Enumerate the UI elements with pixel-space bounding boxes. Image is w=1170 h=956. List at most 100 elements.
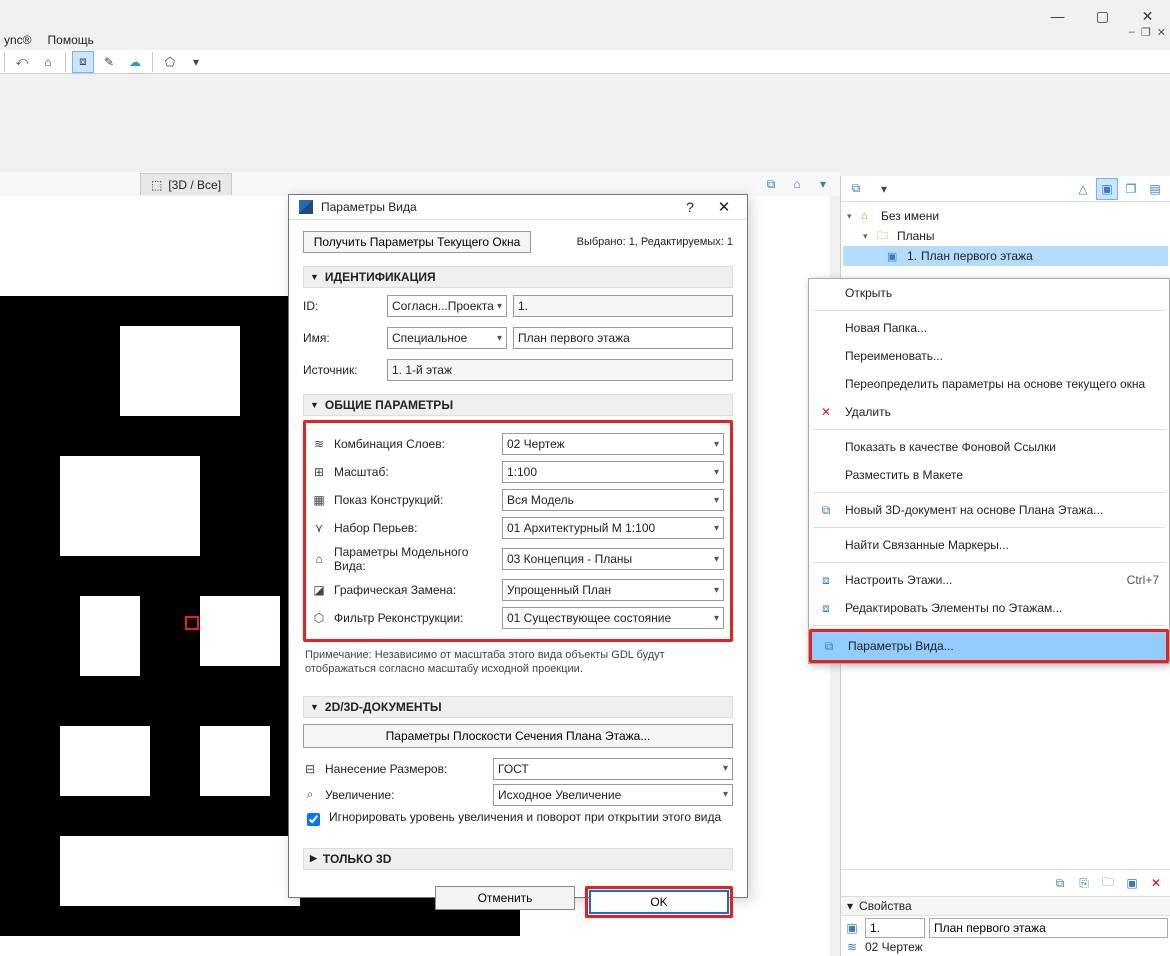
toolbar-trace-button[interactable]: ⧈ <box>72 51 94 73</box>
cube-icon: ⬚ <box>151 178 162 192</box>
tree-view-floor1[interactable]: ▣ 1. План первого этажа <box>843 246 1168 266</box>
tab-extra-a[interactable]: ⧉ <box>760 173 782 195</box>
model-view-options-select[interactable]: 03 Концепция - Планы <box>502 548 724 570</box>
nav-btn-newview[interactable]: ⧉ <box>1049 873 1071 893</box>
view-icon: ▣ <box>843 921 861 935</box>
ctx-story-settings[interactable]: ⧈Настроить Этажи...Ctrl+7 <box>809 566 1169 594</box>
view-tab-label: [3D / Все] <box>168 178 221 192</box>
nav-btn-clone[interactable]: ⎘ <box>1073 873 1095 893</box>
tree-root[interactable]: ▾ ⌂ Без имени <box>843 206 1168 226</box>
id-field[interactable]: 1. <box>513 295 733 317</box>
expander-icon[interactable]: ▾ <box>863 231 873 242</box>
renovation-filter-select[interactable]: 01 Существующее состояние <box>502 607 724 629</box>
toolbar-btn-d[interactable]: ✎ <box>98 51 120 73</box>
ctx-redefine[interactable]: Переопределить параметры на основе текущ… <box>809 370 1169 398</box>
prop-layer-label: 02 Чертеж <box>865 940 923 954</box>
dimension-standard-select[interactable]: ГОСТ <box>493 758 733 780</box>
ctx-edit-by-story[interactable]: ⧈Редактировать Элементы по Этажам... <box>809 594 1169 622</box>
window-maximize-button[interactable]: ▢ <box>1080 3 1125 29</box>
nav-mode-viewmap[interactable]: ▣ <box>1096 178 1118 200</box>
ctx-separator <box>813 527 1165 528</box>
section-2d3d[interactable]: ▼ 2D/3D-ДОКУМЕНТЫ <box>303 696 733 718</box>
penset-select[interactable]: 01 Архитектурный М 1:100 <box>502 517 724 539</box>
floor-plan-cut-plane-settings-button[interactable]: Параметры Плоскости Сечения Плана Этажа.… <box>303 724 733 748</box>
toolbar-btn-f[interactable]: ⬠ <box>159 51 181 73</box>
stories-icon: ⧈ <box>817 573 835 588</box>
zoom-label: Увеличение: <box>325 788 485 802</box>
nav-mode-project[interactable]: △ <box>1072 178 1094 200</box>
dialog-close-button[interactable]: ✕ <box>707 195 741 219</box>
section-general[interactable]: ▼ ОБЩИЕ ПАРАМЕТРЫ <box>303 394 733 416</box>
ok-button[interactable]: OK <box>589 890 729 914</box>
navigator-tree: ▾ ⌂ Без имени ▾ 🗀 Планы ▣ 1. План первог… <box>841 202 1170 270</box>
param-row-mvo: ⌂ Параметры Модельного Вида: 03 Концепци… <box>312 545 724 573</box>
id-mode-select[interactable]: Согласн...Проекта <box>387 295 507 317</box>
nav-btn-delete[interactable]: ✕ <box>1145 873 1167 893</box>
cancel-button[interactable]: Отменить <box>435 886 575 910</box>
canvas-toolstrip <box>0 76 840 172</box>
ctx-new-folder[interactable]: Новая Папка... <box>809 314 1169 342</box>
dim-label: Нанесение Размеров: <box>325 762 485 776</box>
ctx-delete[interactable]: ✕Удалить <box>809 398 1169 426</box>
toolbar-btn-g[interactable]: ▾ <box>185 51 207 73</box>
scale-icon: ⊞ <box>312 465 326 479</box>
menu-help[interactable]: Помощь <box>48 33 94 47</box>
scale-select[interactable]: 1:100 <box>502 461 724 483</box>
name-mode-select[interactable]: Специальное <box>387 327 507 349</box>
ctx-show-bg[interactable]: Показать в качестве Фоновой Ссылки <box>809 433 1169 461</box>
folder-icon: 🗀 <box>877 227 893 246</box>
nav-btn-newfolder[interactable]: 🗀 <box>1097 873 1119 893</box>
nav-tool-dropdown[interactable]: ▾ <box>873 178 895 200</box>
ctx-place-layout[interactable]: Разместить в Макете <box>809 461 1169 489</box>
dialog-help-button[interactable]: ? <box>673 195 707 219</box>
ctx-rename[interactable]: Переименовать... <box>809 342 1169 370</box>
structure-display-select[interactable]: Вся Модель <box>502 489 724 511</box>
delete-icon: ✕ <box>817 405 835 419</box>
name-field[interactable]: План первого этажа <box>513 327 733 349</box>
source-label: Источник: <box>303 363 381 377</box>
nav-mode-layout[interactable]: ❐ <box>1120 178 1142 200</box>
prop-id-field[interactable] <box>865 918 925 938</box>
prop-name-field[interactable] <box>929 918 1168 938</box>
graphic-override-select[interactable]: Упрощенный План <box>502 579 724 601</box>
tree-root-label: Без имени <box>881 209 939 223</box>
toolbar-btn-b[interactable]: ⌂ <box>37 51 59 73</box>
toolbar-btn-a[interactable]: ⤺ <box>11 51 33 73</box>
nav-mode-publisher[interactable]: ▤ <box>1144 178 1166 200</box>
ctx-open[interactable]: Открыть <box>809 279 1169 307</box>
mdi-close-button[interactable]: ✕ <box>1157 26 1166 39</box>
dimension-icon: ⊟ <box>303 762 317 776</box>
view-tab-3d[interactable]: ⬚ [3D / Все] <box>140 173 232 195</box>
tree-folder-plans[interactable]: ▾ 🗀 Планы <box>843 226 1168 246</box>
get-current-window-params-button[interactable]: Получить Параметры Текущего Окна <box>303 231 531 253</box>
ignore-zoom-checkbox[interactable] <box>307 813 320 826</box>
section-identification[interactable]: ▼ ИДЕНТИФИКАЦИЯ <box>303 266 733 288</box>
section-only3d[interactable]: ▶ ТОЛЬКО 3D <box>303 848 733 870</box>
ctx-new-3d-doc[interactable]: ⧉Новый 3D-документ на основе Плана Этажа… <box>809 496 1169 524</box>
window-minimize-button[interactable]: — <box>1035 3 1080 29</box>
toolbar-cloud-button[interactable]: ☁ <box>124 51 146 73</box>
gdl-note-text: Примечание: Независимо от масштаба этого… <box>303 646 733 680</box>
param-row-penset: ⋎ Набор Перьев: 01 Архитектурный М 1:100 <box>312 517 724 539</box>
dialog-titlebar: Параметры Вида ? ✕ <box>289 195 747 220</box>
ctx-separator <box>813 310 1165 311</box>
nav-btn-save[interactable]: ▣ <box>1121 873 1143 893</box>
view-tabstrip: ⬚ [3D / Все] ⧉ ⌂ ▾ <box>0 172 840 196</box>
mdi-minimize-button[interactable]: – <box>1129 26 1135 39</box>
menu-teamwork[interactable]: ync® <box>4 33 32 47</box>
param-row-override: ◪ Графическая Замена: Упрощенный План <box>312 579 724 601</box>
selection-marker-icon <box>185 616 199 630</box>
ctx-find-markers[interactable]: Найти Связанные Маркеры... <box>809 531 1169 559</box>
layer-combination-select[interactable]: 02 Чертеж <box>502 433 724 455</box>
mdi-maximize-button[interactable]: ❐ <box>1141 26 1151 39</box>
ctx-view-settings[interactable]: ⧉Параметры Вида... <box>812 632 1166 660</box>
nav-tool-a[interactable]: ⧉ <box>845 178 867 200</box>
expander-icon[interactable]: ▾ <box>847 211 857 222</box>
tab-extra-b[interactable]: ⌂ <box>786 173 808 195</box>
section-2d3d-label: 2D/3D-ДОКУМЕНТЫ <box>325 700 442 714</box>
section-general-label: ОБЩИЕ ПАРАМЕТРЫ <box>325 398 453 412</box>
param-label: Комбинация Слоев: <box>334 437 494 451</box>
zoom-select[interactable]: Исходное Увеличение <box>493 784 733 806</box>
navigator-properties-header[interactable]: ▾ Свойства <box>841 896 1170 916</box>
tab-extra-dropdown[interactable]: ▾ <box>812 173 834 195</box>
